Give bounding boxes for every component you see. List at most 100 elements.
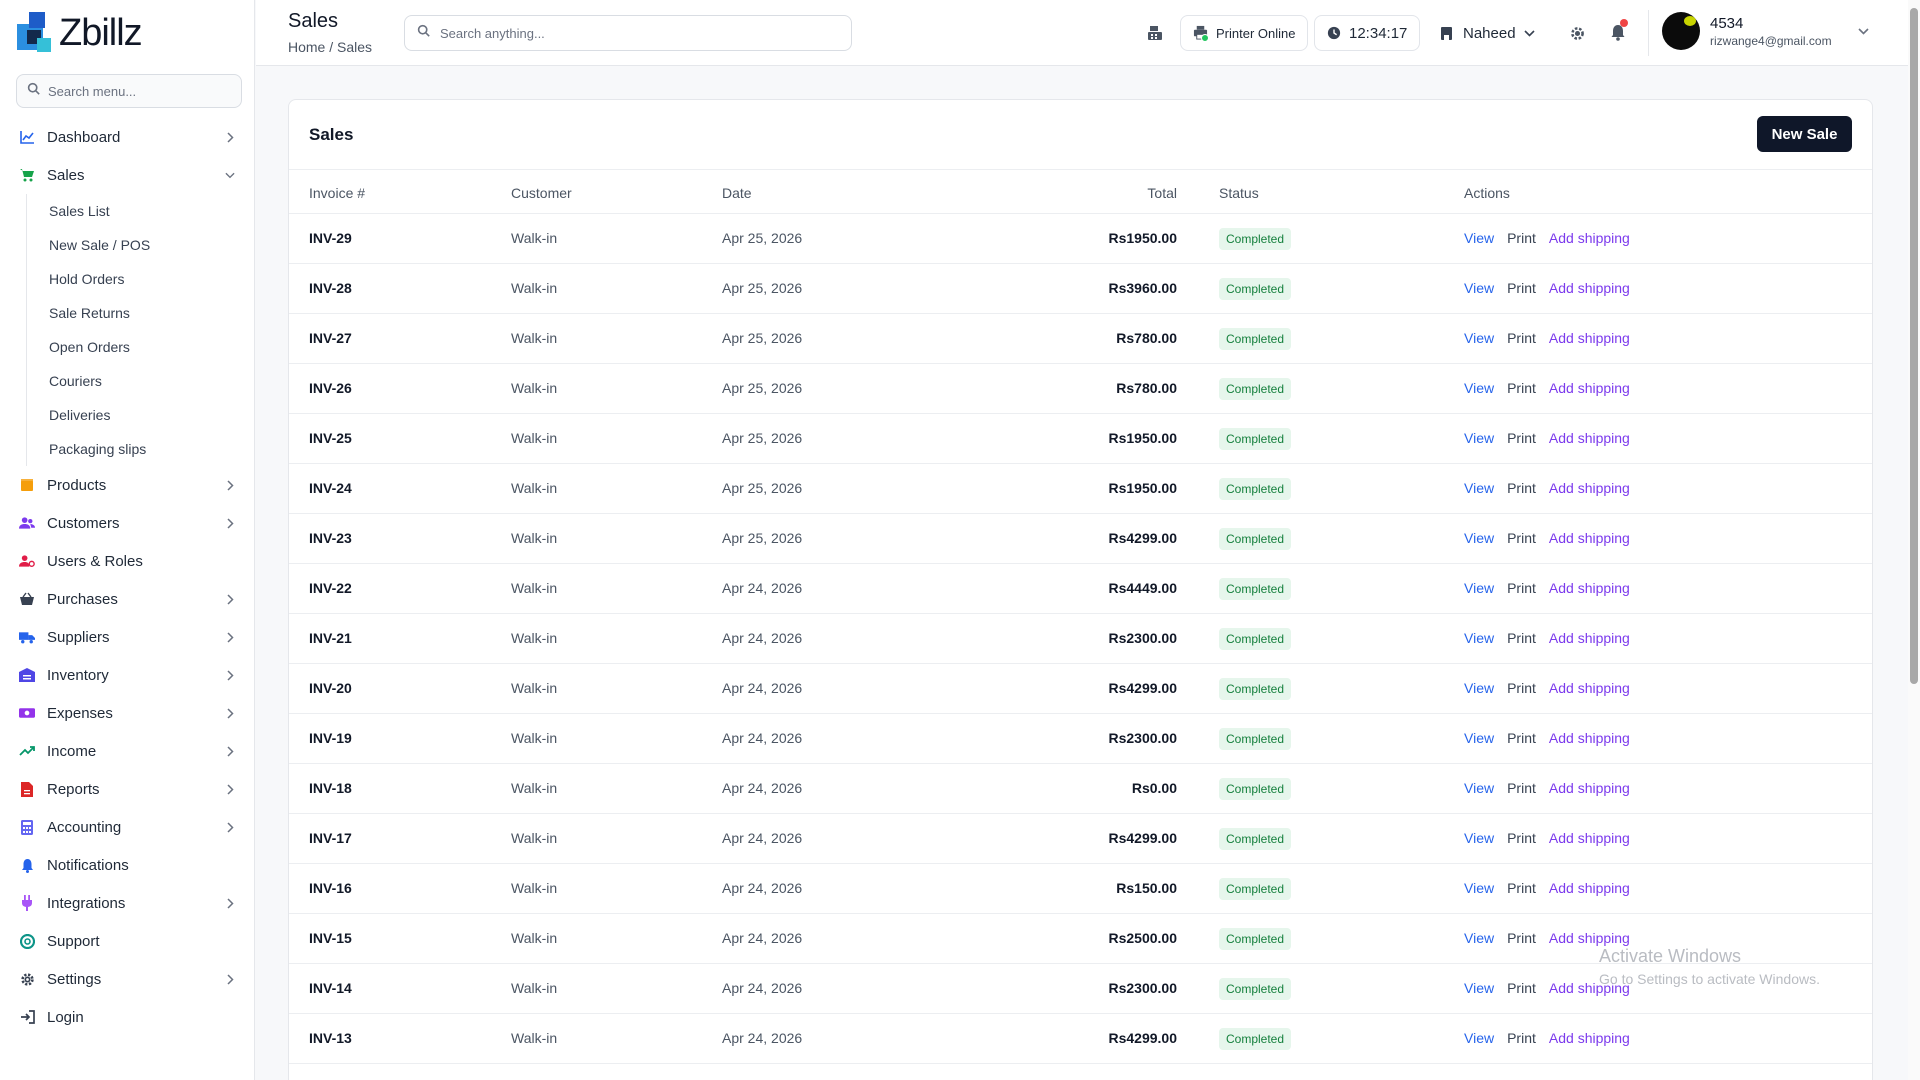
table-row[interactable]: INV-20 Walk-in Apr 24, 2026 Rs4299.00 Comple… [289, 664, 1872, 714]
print-link[interactable]: Print [1507, 230, 1536, 246]
scrollbar-thumb[interactable] [1910, 8, 1918, 684]
table-row[interactable]: INV-19 Walk-in Apr 24, 2026 Rs2300.00 Comple… [289, 714, 1872, 764]
table-row[interactable]: INV-22 Walk-in Apr 24, 2026 Rs4449.00 Comple… [289, 564, 1872, 614]
sidebar-item-integrations[interactable]: Integrations [0, 884, 255, 922]
cash-register-icon[interactable] [1144, 21, 1166, 45]
sidebar-item-support[interactable]: Support [0, 922, 255, 960]
view-link[interactable]: View [1464, 630, 1494, 646]
table-row[interactable]: INV-27 Walk-in Apr 25, 2026 Rs780.00 Complet… [289, 314, 1872, 364]
view-link[interactable]: View [1464, 930, 1494, 946]
sidebar-item-products[interactable]: Products [0, 466, 255, 504]
submenu-item-sale-returns[interactable]: Sale Returns [49, 296, 255, 330]
table-row[interactable]: INV-14 Walk-in Apr 24, 2026 Rs2300.00 Comple… [289, 964, 1872, 1014]
view-link[interactable]: View [1464, 1030, 1494, 1046]
sidebar-item-notifications[interactable]: Notifications [0, 846, 255, 884]
gear-icon[interactable] [1566, 21, 1588, 45]
submenu-item-hold-orders[interactable]: Hold Orders [49, 262, 255, 296]
table-row[interactable]: INV-26 Walk-in Apr 25, 2026 Rs780.00 Complet… [289, 364, 1872, 414]
breadcrumb[interactable]: Home / Sales [288, 39, 372, 55]
table-row[interactable]: INV-13 Walk-in Apr 24, 2026 Rs4299.00 Comple… [289, 1014, 1872, 1064]
add-shipping-link[interactable]: Add shipping [1549, 980, 1630, 996]
add-shipping-link[interactable]: Add shipping [1549, 380, 1630, 396]
add-shipping-link[interactable]: Add shipping [1549, 680, 1630, 696]
add-shipping-link[interactable]: Add shipping [1549, 930, 1630, 946]
print-link[interactable]: Print [1507, 780, 1536, 796]
print-link[interactable]: Print [1507, 680, 1536, 696]
view-link[interactable]: View [1464, 380, 1494, 396]
print-link[interactable]: Print [1507, 330, 1536, 346]
print-link[interactable]: Print [1507, 830, 1536, 846]
add-shipping-link[interactable]: Add shipping [1549, 630, 1630, 646]
view-link[interactable]: View [1464, 980, 1494, 996]
sidebar-item-customers[interactable]: Customers [0, 504, 255, 542]
sidebar-item-dashboard[interactable]: Dashboard [0, 118, 255, 156]
print-link[interactable]: Print [1507, 930, 1536, 946]
table-row[interactable]: INV-28 Walk-in Apr 25, 2026 Rs3960.00 Comple… [289, 264, 1872, 314]
col-total[interactable]: Total [1147, 185, 1177, 201]
print-link[interactable]: Print [1507, 1030, 1536, 1046]
store-user-dropdown[interactable]: Naheed [1440, 15, 1535, 51]
menu-search-input[interactable] [48, 83, 228, 99]
view-link[interactable]: View [1464, 530, 1494, 546]
menu-search[interactable] [16, 74, 242, 108]
sidebar-item-suppliers[interactable]: Suppliers [0, 618, 255, 656]
view-link[interactable]: View [1464, 280, 1494, 296]
print-link[interactable]: Print [1507, 530, 1536, 546]
sidebar-item-sales[interactable]: Sales [0, 156, 255, 194]
profile-menu[interactable]: 4534 rizwange4@gmail.com [1662, 12, 1869, 50]
submenu-item-sales-list[interactable]: Sales List [49, 194, 255, 228]
table-row[interactable]: INV-24 Walk-in Apr 25, 2026 Rs1950.00 Comple… [289, 464, 1872, 514]
table-row[interactable]: INV-23 Walk-in Apr 25, 2026 Rs4299.00 Comple… [289, 514, 1872, 564]
view-link[interactable]: View [1464, 880, 1494, 896]
add-shipping-link[interactable]: Add shipping [1549, 530, 1630, 546]
table-row[interactable]: INV-18 Walk-in Apr 24, 2026 Rs0.00 Completed… [289, 764, 1872, 814]
submenu-item-open-orders[interactable]: Open Orders [49, 330, 255, 364]
submenu-item-packaging-slips[interactable]: Packaging slips [49, 432, 255, 466]
print-link[interactable]: Print [1507, 430, 1536, 446]
add-shipping-link[interactable]: Add shipping [1549, 830, 1630, 846]
view-link[interactable]: View [1464, 480, 1494, 496]
table-row[interactable]: INV-29 Walk-in Apr 25, 2026 Rs1950.00 Comple… [289, 214, 1872, 264]
view-link[interactable]: View [1464, 680, 1494, 696]
submenu-item-couriers[interactable]: Couriers [49, 364, 255, 398]
col-customer[interactable]: Customer [511, 185, 572, 201]
add-shipping-link[interactable]: Add shipping [1549, 330, 1630, 346]
sidebar-item-accounting[interactable]: Accounting [0, 808, 255, 846]
col-status[interactable]: Status [1219, 185, 1259, 201]
view-link[interactable]: View [1464, 230, 1494, 246]
submenu-item-deliveries[interactable]: Deliveries [49, 398, 255, 432]
printer-status[interactable]: Printer Online [1180, 15, 1309, 51]
sidebar-item-expenses[interactable]: Expenses [0, 694, 255, 732]
global-search[interactable] [404, 15, 852, 51]
sidebar-item-users-roles[interactable]: Users & Roles [0, 542, 255, 580]
global-search-input[interactable] [440, 25, 840, 41]
add-shipping-link[interactable]: Add shipping [1549, 880, 1630, 896]
add-shipping-link[interactable]: Add shipping [1549, 580, 1630, 596]
add-shipping-link[interactable]: Add shipping [1549, 730, 1630, 746]
table-row[interactable]: INV-25 Walk-in Apr 25, 2026 Rs1950.00 Comple… [289, 414, 1872, 464]
print-link[interactable]: Print [1507, 580, 1536, 596]
table-row[interactable]: INV-16 Walk-in Apr 24, 2026 Rs150.00 Complet… [289, 864, 1872, 914]
print-link[interactable]: Print [1507, 380, 1536, 396]
print-link[interactable]: Print [1507, 880, 1536, 896]
view-link[interactable]: View [1464, 780, 1494, 796]
print-link[interactable]: Print [1507, 480, 1536, 496]
table-row[interactable]: INV-21 Walk-in Apr 24, 2026 Rs2300.00 Comple… [289, 614, 1872, 664]
view-link[interactable]: View [1464, 430, 1494, 446]
print-link[interactable]: Print [1507, 980, 1536, 996]
print-link[interactable]: Print [1507, 730, 1536, 746]
col-date[interactable]: Date [722, 185, 752, 201]
view-link[interactable]: View [1464, 580, 1494, 596]
sidebar-item-inventory[interactable]: Inventory [0, 656, 255, 694]
view-link[interactable]: View [1464, 330, 1494, 346]
table-row[interactable]: INV-15 Walk-in Apr 24, 2026 Rs2500.00 Comple… [289, 914, 1872, 964]
view-link[interactable]: View [1464, 830, 1494, 846]
add-shipping-link[interactable]: Add shipping [1549, 1030, 1630, 1046]
view-link[interactable]: View [1464, 730, 1494, 746]
col-invoice[interactable]: Invoice # [309, 185, 365, 201]
brand-logo[interactable]: Zbillz [15, 12, 143, 54]
print-link[interactable]: Print [1507, 630, 1536, 646]
print-link[interactable]: Print [1507, 280, 1536, 296]
sidebar-item-reports[interactable]: Reports [0, 770, 255, 808]
sidebar-item-income[interactable]: Income [0, 732, 255, 770]
